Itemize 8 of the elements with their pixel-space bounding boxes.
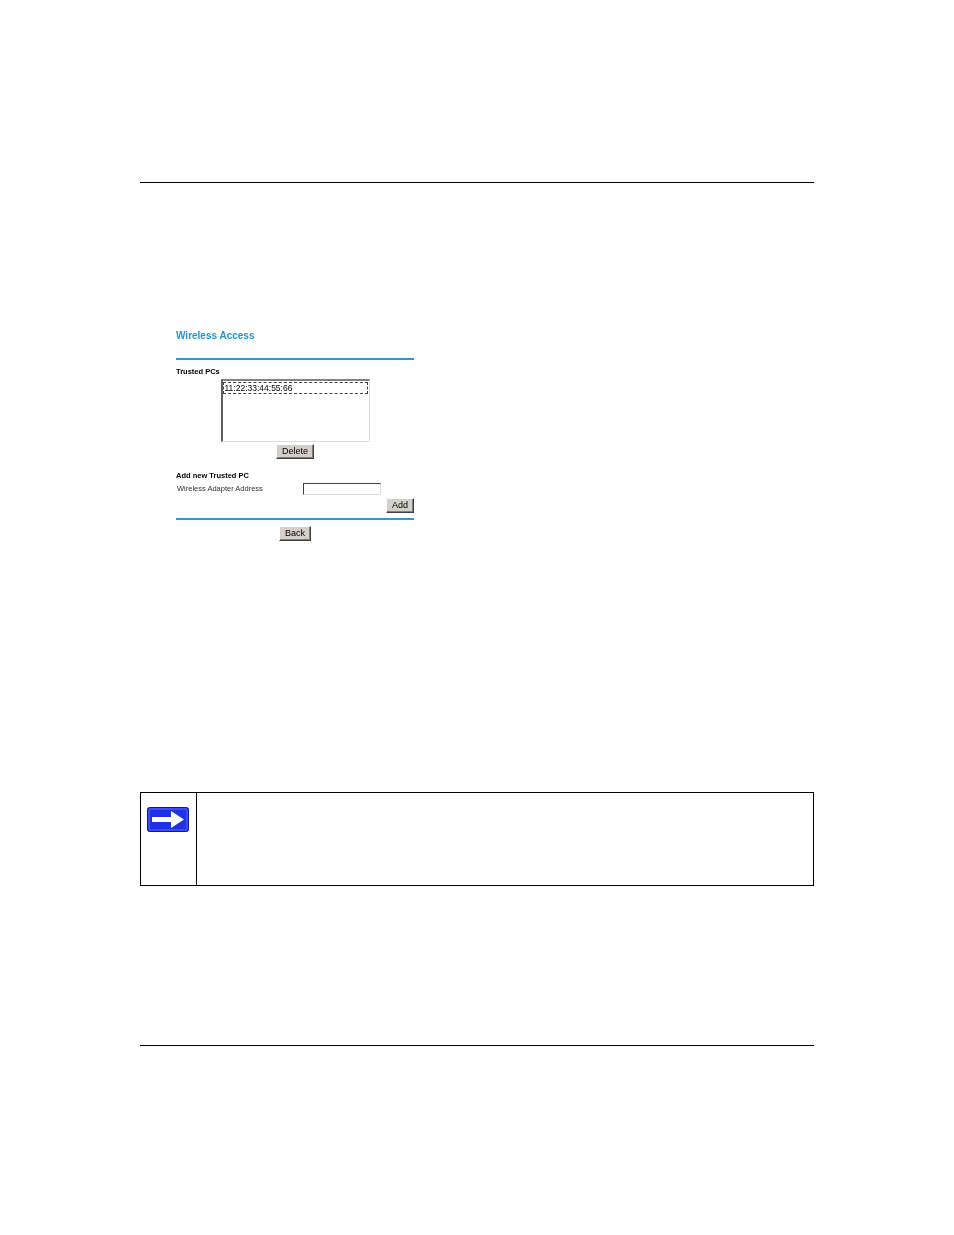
- delete-button[interactable]: Delete: [276, 444, 314, 459]
- page-title: Wireless Access: [176, 330, 255, 342]
- add-button[interactable]: Add: [386, 498, 414, 513]
- address-input[interactable]: [303, 483, 381, 495]
- list-option[interactable]: 11:22:33:44:55:66: [222, 382, 368, 394]
- trusted-pcs-list[interactable]: 11:22:33:44:55:66: [220, 379, 370, 442]
- back-button[interactable]: Back: [279, 526, 311, 541]
- right-arrow-icon: [147, 807, 189, 832]
